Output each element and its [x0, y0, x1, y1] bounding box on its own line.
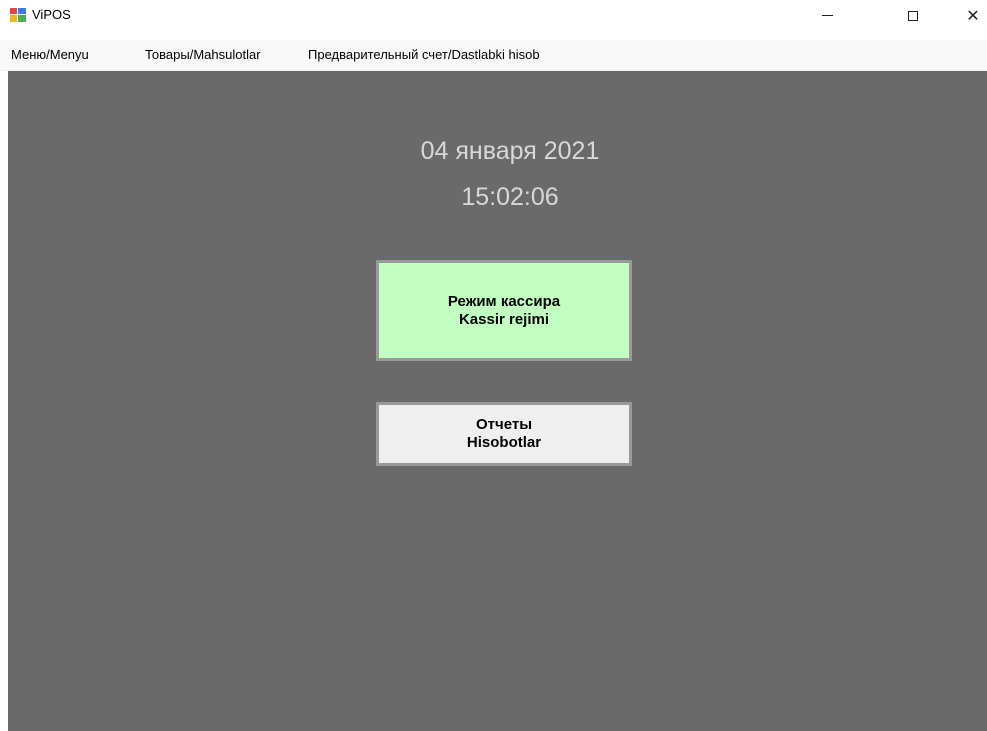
reports-label-ru: Отчеты [475, 416, 533, 433]
minimize-button[interactable] [804, 0, 850, 31]
title-bar[interactable]: ViPOS ✕ [0, 0, 987, 31]
close-icon: ✕ [966, 6, 980, 25]
close-button[interactable]: ✕ [950, 0, 987, 31]
maximize-button[interactable] [890, 0, 936, 31]
reports-button[interactable]: Отчеты Hisobotlar [376, 402, 632, 466]
cashier-mode-button[interactable]: Режим кассира Kassir rejimi [376, 260, 632, 361]
cashier-mode-label-uz: Kassir rejimi [458, 310, 550, 328]
app-window-icon [10, 8, 26, 22]
main-panel: 04 января 2021 15:02:06 Режим кассира Ka… [8, 71, 987, 731]
maximize-icon [908, 10, 918, 21]
menu-item-menu[interactable]: Меню/Menyu [11, 47, 89, 62]
menu-bar: Меню/Menyu Товары/Mahsulotlar Предварите… [0, 40, 987, 71]
app-window: ViPOS ✕ Меню/Menyu Товары/Mahsulotlar Пр… [0, 0, 987, 731]
menu-item-preliminary-bill[interactable]: Предварительный счет/Dastlabki hisob [308, 47, 540, 62]
cashier-mode-label-ru: Режим кассира [447, 292, 561, 310]
menu-item-products[interactable]: Товары/Mahsulotlar [145, 47, 261, 62]
minimize-icon [821, 15, 833, 16]
reports-label-uz: Hisobotlar [466, 434, 542, 451]
window-title: ViPOS [32, 7, 71, 22]
clock-display: 15:02:06 [461, 183, 559, 211]
date-display: 04 января 2021 [420, 137, 600, 165]
